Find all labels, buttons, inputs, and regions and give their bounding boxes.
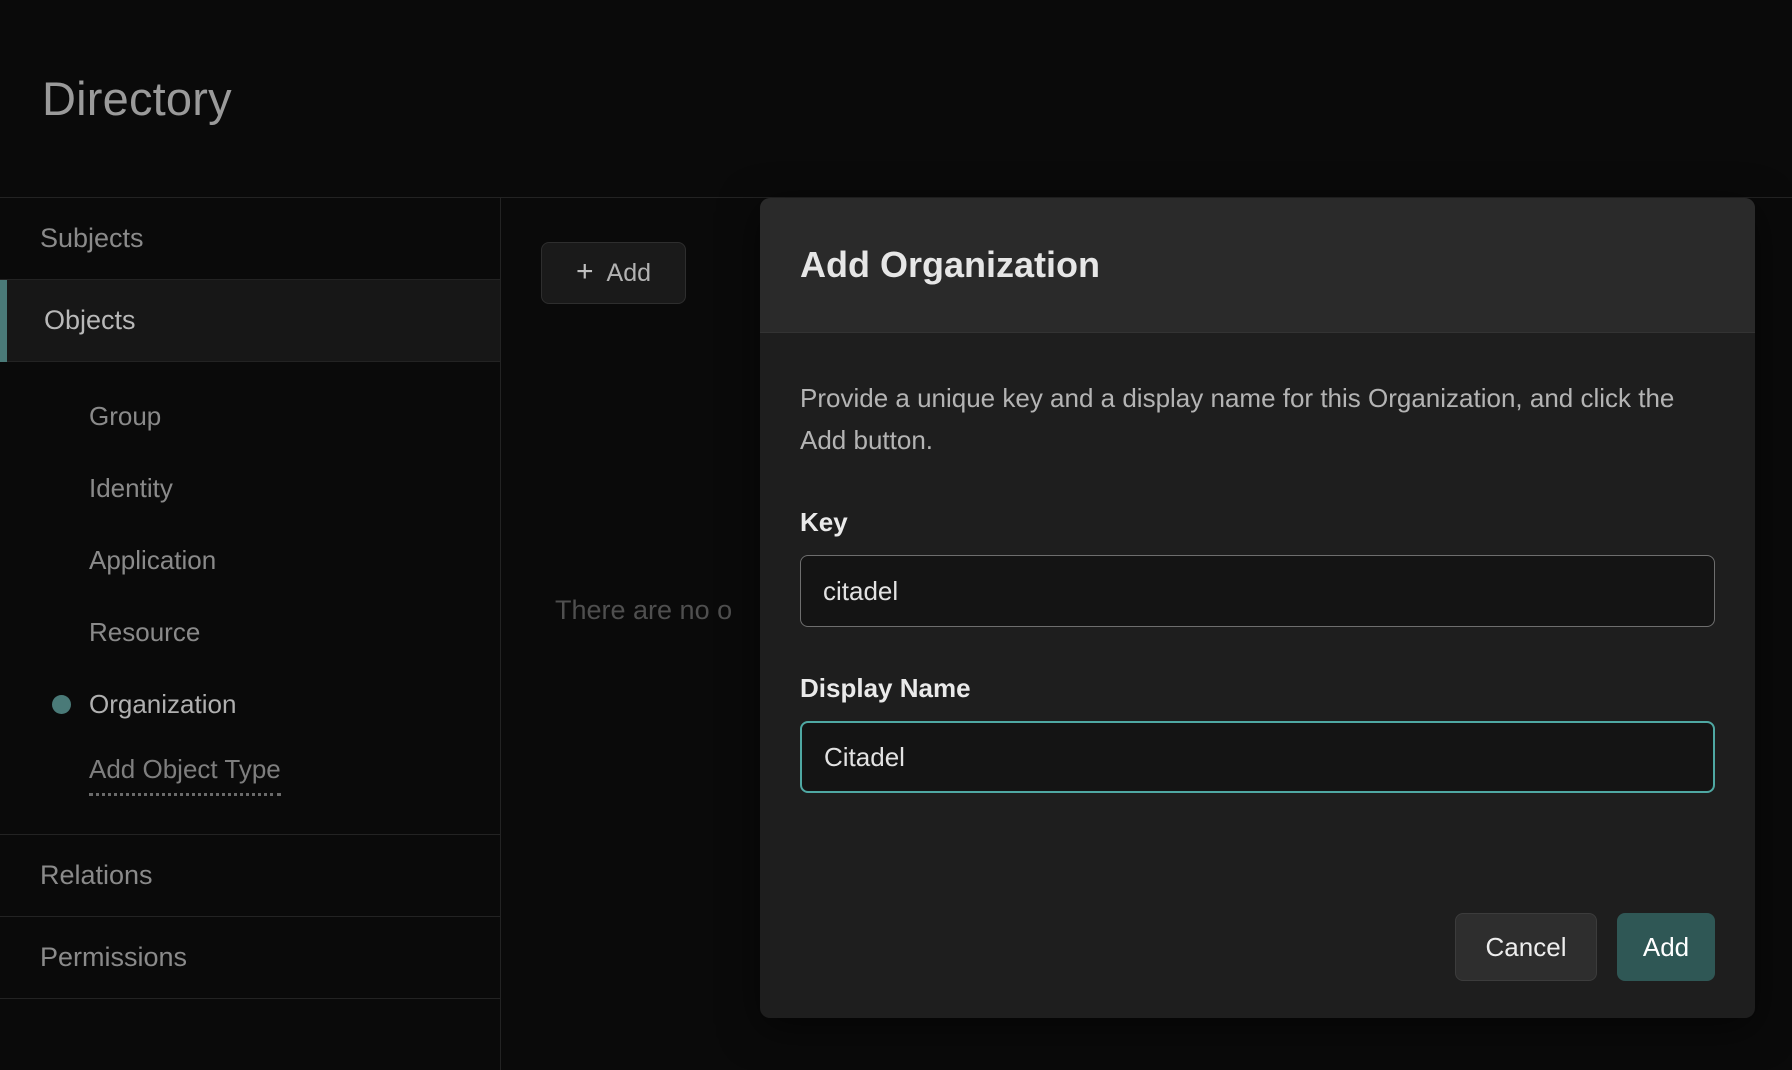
sidebar-item-label: Subjects [40,223,144,254]
key-field-wrap [800,538,1715,627]
app-root: Directory Subjects Objects Group Identit… [0,0,1792,1070]
key-input[interactable] [800,555,1715,627]
cancel-button[interactable]: Cancel [1455,913,1597,981]
sidebar-add-object-type[interactable]: Add Object Type [0,740,500,812]
selected-dot-icon [52,695,71,714]
sidebar-item-label: Relations [40,860,153,891]
dialog-footer: Cancel Add [760,876,1755,1018]
sidebar-object-type-group[interactable]: Group [0,380,500,452]
dialog-header: Add Organization [760,198,1755,333]
sidebar-item-permissions[interactable]: Permissions [0,917,500,999]
sidebar-object-type-identity[interactable]: Identity [0,452,500,524]
sidebar-object-type-label: Resource [89,617,200,648]
sidebar-item-label: Objects [44,305,136,336]
sidebar-item-subjects[interactable]: Subjects [0,198,500,280]
sidebar-section-subjects: Subjects [0,198,500,280]
dialog-body: Provide a unique key and a display name … [760,333,1755,793]
add-button-label: Add [607,259,651,288]
sidebar-section-objects: Objects Group Identity Application Resou… [0,280,500,835]
submit-add-button[interactable]: Add [1617,913,1715,981]
sidebar-object-type-organization[interactable]: Organization [0,668,500,740]
sidebar-section-relations: Relations [0,835,500,917]
plus-icon: + [576,257,594,287]
dialog-description: Provide a unique key and a display name … [800,377,1705,461]
display-name-field-label: Display Name [800,673,1715,704]
sidebar-object-type-label: Group [89,401,161,432]
display-name-input[interactable] [800,721,1715,793]
sidebar: Subjects Objects Group Identity Applicat… [0,198,501,1070]
sidebar-add-object-type-label: Add Object Type [89,756,281,796]
sidebar-object-type-application[interactable]: Application [0,524,500,596]
key-field-label: Key [800,507,1715,538]
add-button[interactable]: + Add [541,242,686,304]
sidebar-item-label: Permissions [40,942,187,973]
sidebar-object-types-list: Group Identity Application Resource Orga… [0,362,500,835]
page-title: Directory [42,71,232,126]
sidebar-object-type-resource[interactable]: Resource [0,596,500,668]
display-name-field-wrap [800,704,1715,793]
sidebar-section-permissions: Permissions [0,917,500,999]
dialog-title: Add Organization [800,244,1100,286]
sidebar-item-objects[interactable]: Objects [0,280,500,362]
sidebar-item-relations[interactable]: Relations [0,835,500,917]
sidebar-object-type-label: Organization [89,689,236,720]
empty-state-text: There are no o [555,595,732,626]
page-header: Directory [0,0,1792,198]
sidebar-object-type-label: Application [89,545,216,576]
sidebar-object-type-label: Identity [89,473,173,504]
add-organization-dialog: Add Organization Provide a unique key an… [760,198,1755,1018]
